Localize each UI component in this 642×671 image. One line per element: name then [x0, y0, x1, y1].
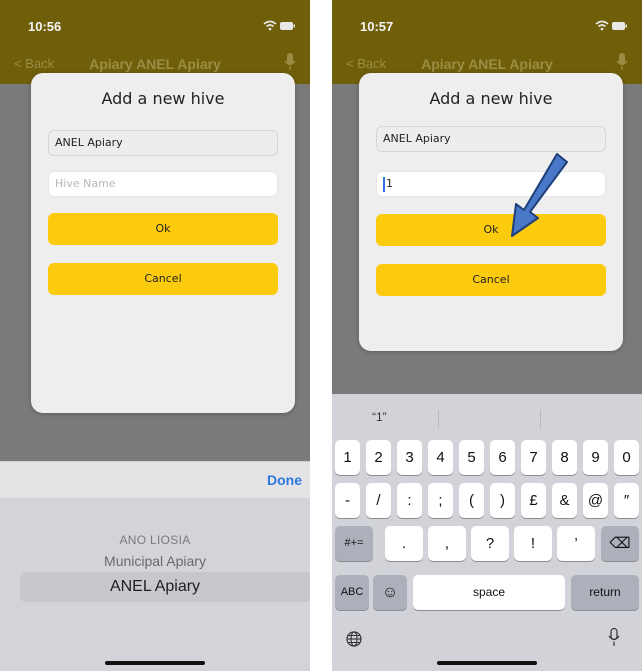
key-close-paren[interactable]: ) — [490, 483, 515, 518]
home-indicator — [437, 661, 537, 665]
wifi-battery-icon — [594, 20, 628, 35]
key-comma[interactable]: , — [428, 526, 466, 561]
ok-button[interactable]: Ok — [48, 213, 278, 245]
key-ampersand[interactable]: & — [552, 483, 577, 518]
add-hive-dialog: Add a new hive ANEL Apiary 1 Ok Cancel — [359, 73, 623, 351]
key-question[interactable]: ? — [471, 526, 509, 561]
key-3[interactable]: 3 — [397, 440, 422, 475]
picker-option[interactable]: Municipal Apiary — [0, 553, 310, 569]
return-key[interactable]: return — [571, 575, 639, 610]
add-hive-dialog: Add a new hive ANEL Apiary Hive Name Ok … — [31, 73, 295, 413]
dictation-microphone-icon[interactable] — [608, 628, 620, 647]
apiary-field[interactable]: ANEL Apiary — [376, 126, 606, 152]
key-period[interactable]: . — [385, 526, 423, 561]
microphone-icon[interactable] — [616, 53, 628, 71]
suggestion-bar: “1” — [332, 402, 642, 432]
key-9[interactable]: 9 — [583, 440, 608, 475]
globe-icon[interactable] — [346, 631, 362, 647]
home-indicator — [105, 661, 205, 665]
key-slash[interactable]: / — [366, 483, 391, 518]
suggestion-divider — [540, 410, 541, 428]
key-apostrophe[interactable]: ’ — [557, 526, 595, 561]
text-cursor — [383, 176, 385, 192]
key-pound[interactable]: £ — [521, 483, 546, 518]
space-key[interactable]: space — [413, 575, 565, 610]
cancel-button[interactable]: Cancel — [376, 264, 606, 296]
picker-option[interactable]: ANO LIOSIA — [0, 533, 310, 547]
key-8[interactable]: 8 — [552, 440, 577, 475]
done-button[interactable]: Done — [267, 472, 302, 488]
picker-option-selected[interactable]: ANEL Apiary — [0, 578, 310, 596]
status-time: 10:57 — [360, 19, 394, 34]
hive-name-input[interactable]: Hive Name — [48, 171, 278, 197]
key-quote[interactable]: ″ — [614, 483, 639, 518]
key-semicolon[interactable]: ; — [428, 483, 453, 518]
backspace-key[interactable]: ⌫ — [601, 526, 639, 561]
hive-name-value: 1 — [386, 177, 393, 190]
key-symbols[interactable]: #+= — [335, 526, 373, 561]
key-at[interactable]: @ — [583, 483, 608, 518]
suggestion-divider — [438, 410, 439, 428]
key-abc[interactable]: ABC — [335, 575, 369, 610]
picker-toolbar: Done — [0, 461, 310, 499]
key-hyphen[interactable]: - — [335, 483, 360, 518]
key-7[interactable]: 7 — [521, 440, 546, 475]
pointer-arrow-icon — [511, 153, 568, 237]
status-bar: 10:57 — [332, 0, 642, 44]
numeric-keyboard: “1” 1 2 3 4 5 6 7 8 9 0 - / : ; ( ) £ & … — [332, 394, 642, 671]
wifi-battery-icon — [262, 20, 296, 35]
dialog-title: Add a new hive — [101, 89, 225, 108]
cancel-button[interactable]: Cancel — [48, 263, 278, 295]
key-1[interactable]: 1 — [335, 440, 360, 475]
nav-title: Apiary ANEL Apiary — [89, 56, 221, 72]
dialog-title: Add a new hive — [429, 89, 553, 108]
key-open-paren[interactable]: ( — [459, 483, 484, 518]
key-4[interactable]: 4 — [428, 440, 453, 475]
hive-name-placeholder: Hive Name — [55, 177, 116, 190]
screen-right: 10:57 < Back Apiary ANEL Apiary Add a ne… — [332, 0, 642, 671]
backspace-icon: ⌫ — [609, 535, 631, 552]
key-5[interactable]: 5 — [459, 440, 484, 475]
key-0[interactable]: 0 — [614, 440, 639, 475]
microphone-icon[interactable] — [284, 53, 296, 71]
emoji-key[interactable]: ☺ — [373, 575, 407, 610]
key-exclamation[interactable]: ! — [514, 526, 552, 561]
emoji-icon: ☺ — [381, 584, 399, 601]
nav-title: Apiary ANEL Apiary — [421, 56, 553, 72]
apiary-picker[interactable]: ANO LIOSIA Municipal Apiary ANEL Apiary — [0, 498, 310, 671]
suggestion-item[interactable]: “1” — [372, 410, 387, 424]
key-colon[interactable]: : — [397, 483, 422, 518]
key-2[interactable]: 2 — [366, 440, 391, 475]
status-time: 10:56 — [28, 19, 62, 34]
key-6[interactable]: 6 — [490, 440, 515, 475]
status-bar: 10:56 — [0, 0, 310, 44]
apiary-field[interactable]: ANEL Apiary — [48, 130, 278, 156]
screen-left: 10:56 < Back Apiary ANEL Apiary Add a ne… — [0, 0, 310, 671]
